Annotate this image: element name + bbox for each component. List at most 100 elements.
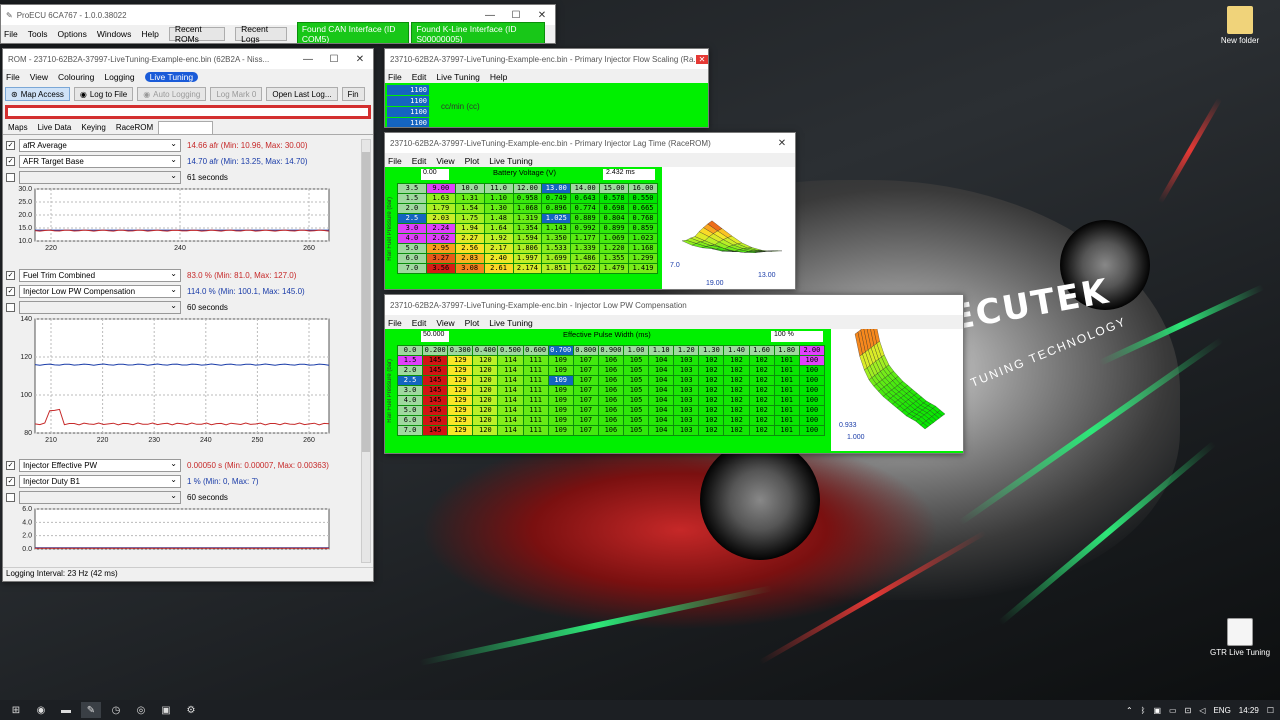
checkbox[interactable]: [6, 492, 15, 502]
checkbox[interactable]: [6, 172, 15, 182]
table-cell[interactable]: 1.806: [512, 243, 543, 254]
table-cell[interactable]: 104: [648, 365, 675, 376]
x-axis-cell[interactable]: 2.00: [798, 345, 826, 356]
table-cell[interactable]: 145: [422, 385, 449, 396]
menu-help[interactable]: Help: [490, 72, 507, 82]
table-cell[interactable]: 2.27: [454, 233, 485, 244]
y-axis-cell[interactable]: 5.0: [397, 243, 427, 254]
table-cell[interactable]: 0.643: [570, 193, 601, 204]
table-cell[interactable]: 102: [698, 375, 725, 386]
y-axis-cell[interactable]: 7.0: [397, 263, 427, 274]
table-cell[interactable]: 0.774: [570, 203, 601, 214]
table-cell[interactable]: 102: [698, 365, 725, 376]
table-cell[interactable]: 106: [597, 375, 624, 386]
table-cell[interactable]: 145: [422, 355, 449, 366]
recent-logs-button[interactable]: Recent Logs: [235, 24, 287, 43]
table-cell[interactable]: 1.79: [425, 203, 456, 214]
menu-plot[interactable]: Plot: [465, 318, 480, 328]
table-cell[interactable]: 1.025: [541, 213, 572, 224]
channel-select[interactable]: Injector Low PW Compensation: [19, 284, 181, 298]
menu-live-tuning[interactable]: Live Tuning: [489, 156, 532, 166]
table-cell[interactable]: 0.992: [570, 223, 601, 234]
notifications-icon[interactable]: ☐: [1267, 706, 1274, 715]
x-axis-cell[interactable]: 10.0: [454, 183, 485, 194]
table-cell[interactable]: 107: [572, 415, 599, 426]
checkbox[interactable]: ✓: [6, 476, 15, 486]
table-cell[interactable]: 102: [748, 395, 775, 406]
y-axis-cell[interactable]: 2.0: [396, 365, 424, 376]
table-cell[interactable]: 105: [622, 365, 650, 376]
y-axis-cell[interactable]: 2.5: [396, 375, 424, 386]
menu-logging[interactable]: Logging: [104, 72, 134, 82]
table-cell[interactable]: 101: [773, 395, 800, 406]
table-cell[interactable]: 103: [673, 425, 700, 436]
table-cell[interactable]: 100: [798, 415, 826, 426]
table-cell[interactable]: 103: [673, 355, 700, 366]
table-cell[interactable]: 105: [622, 405, 650, 416]
table-cell[interactable]: 102: [723, 405, 750, 416]
table-cell[interactable]: 102: [698, 395, 725, 406]
menu-live-tuning[interactable]: Live Tuning: [489, 318, 532, 328]
checkbox[interactable]: ✓: [6, 156, 15, 166]
volume-icon[interactable]: ◁: [1199, 706, 1205, 715]
table-cell[interactable]: 101: [773, 365, 800, 376]
table-cell[interactable]: 111: [522, 395, 549, 406]
x-axis-cell[interactable]: 0.400: [472, 345, 499, 356]
app-window-icon[interactable]: ▣: [156, 702, 176, 718]
table-cell[interactable]: 102: [723, 425, 750, 436]
table-cell[interactable]: 102: [698, 385, 725, 396]
menu-windows[interactable]: Windows: [97, 29, 131, 39]
table-cell[interactable]: 107: [572, 365, 599, 376]
table-cell[interactable]: 145: [422, 365, 449, 376]
maximize-button[interactable]: ☐: [503, 10, 529, 21]
table-cell[interactable]: 114: [497, 355, 524, 366]
x-axis-cell[interactable]: 14.00: [570, 183, 601, 194]
table-cell[interactable]: 102: [723, 355, 750, 366]
table-cell[interactable]: 0.550: [628, 193, 658, 204]
table-cell[interactable]: 0.698: [599, 203, 629, 214]
menu-edit[interactable]: Edit: [412, 72, 427, 82]
table-cell[interactable]: 102: [748, 405, 775, 416]
table-cell[interactable]: 120: [472, 355, 499, 366]
table-cell[interactable]: 104: [648, 405, 675, 416]
table-cell[interactable]: 0.859: [628, 223, 658, 234]
table-cell[interactable]: 100: [798, 385, 826, 396]
table-cell[interactable]: 114: [497, 415, 524, 426]
table-cell[interactable]: 2.24: [425, 223, 456, 234]
channel-select[interactable]: Injector Duty B1: [19, 474, 181, 488]
menu-options[interactable]: Options: [58, 29, 87, 39]
menu-view[interactable]: View: [30, 72, 48, 82]
table-cell[interactable]: 101: [773, 425, 800, 436]
table-cell[interactable]: 1.177: [570, 233, 601, 244]
table-cell[interactable]: 100: [798, 425, 826, 436]
y-axis-cell[interactable]: 2.0: [397, 203, 427, 214]
auto-logging-button[interactable]: ◉ Auto Logging: [137, 87, 207, 101]
table-cell[interactable]: 104: [648, 425, 675, 436]
tab-maps[interactable]: Maps: [3, 121, 33, 134]
checkbox[interactable]: ✓: [6, 460, 15, 470]
checkbox[interactable]: ✓: [6, 270, 15, 280]
table-cell[interactable]: 105: [622, 425, 650, 436]
table-cell[interactable]: 120: [472, 365, 499, 376]
gear-icon[interactable]: ⚙: [181, 702, 201, 718]
table-cell[interactable]: 101: [773, 405, 800, 416]
table-cell[interactable]: 104: [648, 355, 675, 366]
table-cell[interactable]: 106: [597, 355, 624, 366]
menu-view[interactable]: View: [436, 156, 454, 166]
table-cell[interactable]: 0.804: [599, 213, 629, 224]
table-cell[interactable]: 102: [723, 375, 750, 386]
table-cell[interactable]: 114: [497, 375, 524, 386]
table-cell[interactable]: 129: [447, 415, 474, 426]
table-cell[interactable]: 104: [648, 375, 675, 386]
table-cell[interactable]: 129: [447, 395, 474, 406]
x-axis-cell[interactable]: 1.60: [748, 345, 775, 356]
table-cell[interactable]: 1.350: [541, 233, 572, 244]
x-axis-cell[interactable]: 9.00: [425, 183, 456, 194]
table-cell[interactable]: 103: [673, 365, 700, 376]
table-cell[interactable]: 103: [673, 395, 700, 406]
channel-select[interactable]: Injector Effective PW: [19, 458, 181, 472]
table-cell[interactable]: 105: [622, 395, 650, 406]
table-cell[interactable]: 103: [673, 415, 700, 426]
table-cell[interactable]: 0.899: [599, 223, 629, 234]
tab-raceROM[interactable]: RaceROM: [111, 121, 158, 134]
